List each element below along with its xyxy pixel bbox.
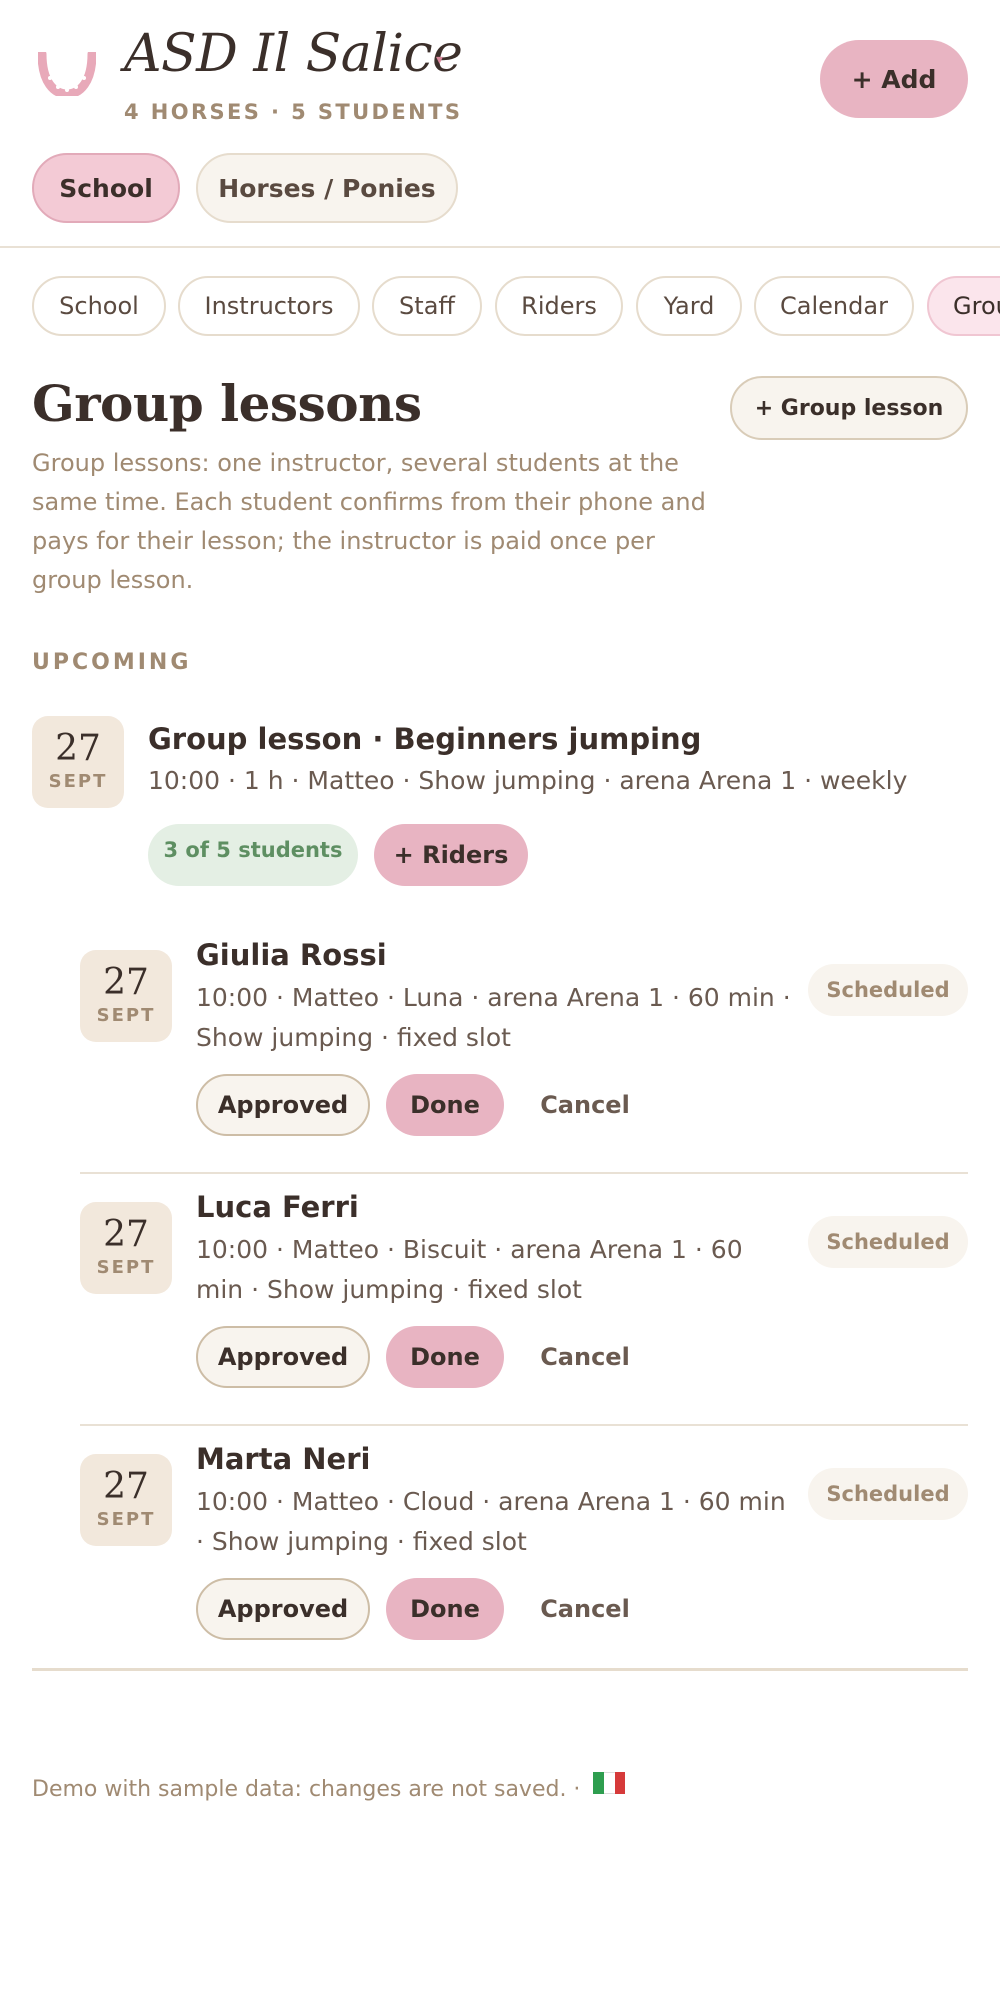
status-badge: Scheduled — [808, 964, 968, 1016]
date-day: 27 — [55, 728, 101, 769]
nav-chip-school[interactable]: School — [32, 276, 166, 336]
student-row: 27 SEPT Luca Ferri 10:00 · Matteo · Bisc… — [80, 1174, 968, 1426]
cancel-button[interactable]: Cancel — [520, 1326, 650, 1388]
done-button[interactable]: Done — [386, 1326, 504, 1388]
footer-note: Demo with sample data: changes are not s… — [32, 1772, 626, 1802]
student-row: 27 SEPT Giulia Rossi 10:00 · Matteo · Lu… — [80, 922, 968, 1174]
student-date-badge: 27 SEPT — [80, 950, 172, 1042]
nav-chip-calendar[interactable]: Calendar — [754, 276, 914, 336]
student-lesson-meta: 10:00 · Matteo · Biscuit · arena Arena 1… — [196, 1235, 743, 1304]
nav-chip-staff[interactable]: Staff — [372, 276, 482, 336]
date-month: SEPT — [48, 771, 108, 792]
section-bottom-divider — [32, 1668, 968, 1671]
done-button[interactable]: Done — [386, 1074, 504, 1136]
cancel-button[interactable]: Cancel — [520, 1074, 650, 1136]
horseshoe-icon — [38, 52, 96, 96]
nav-chip-riders[interactable]: Riders — [495, 276, 623, 336]
header-divider — [0, 246, 1000, 248]
upcoming-heading: UPCOMING — [32, 650, 192, 675]
add-riders-button[interactable]: + Riders — [374, 824, 528, 886]
date-day: 27 — [103, 962, 149, 1003]
status-badge: Scheduled — [808, 1216, 968, 1268]
date-month: SEPT — [96, 1509, 156, 1530]
student-lesson-meta: 10:00 · Matteo · Luna · arena Arena 1 · … — [196, 983, 791, 1052]
approved-button[interactable]: Approved — [196, 1578, 370, 1640]
done-button[interactable]: Done — [386, 1578, 504, 1640]
student-row: 27 SEPT Marta Neri 10:00 · Matteo · Clou… — [80, 1426, 968, 1678]
add-group-lesson-button[interactable]: + Group lesson — [730, 376, 968, 440]
footer-text: Demo with sample data: changes are not s… — [32, 1777, 581, 1802]
student-name[interactable]: Giulia Rossi — [196, 938, 387, 972]
student-name[interactable]: Marta Neri — [196, 1442, 370, 1476]
approved-button[interactable]: Approved — [196, 1074, 370, 1136]
page-description: Group lessons: one instructor, several s… — [32, 449, 706, 594]
app-header: ASD Il Salice ▾ 4 HORSES · 5 STUDENTS + … — [0, 0, 1000, 248]
group-lesson-title[interactable]: Group lesson · Beginners jumping — [148, 722, 701, 756]
club-summary: 4 HORSES · 5 STUDENTS — [124, 100, 463, 124]
segment-school[interactable]: School — [32, 153, 180, 223]
students-count-badge: 3 of 5 students — [148, 824, 358, 886]
student-name[interactable]: Luca Ferri — [196, 1190, 359, 1224]
club-name[interactable]: ASD Il Salice — [124, 24, 463, 84]
club-switcher-chevron-down-icon[interactable]: ▾ — [436, 52, 443, 68]
student-date-badge: 27 SEPT — [80, 1454, 172, 1546]
nav-chip-instructors[interactable]: Instructors — [178, 276, 360, 336]
approved-button[interactable]: Approved — [196, 1326, 370, 1388]
group-lesson-date-badge: 27 SEPT — [32, 716, 124, 808]
student-lesson-meta: 10:00 · Matteo · Cloud · arena Arena 1 ·… — [196, 1487, 786, 1556]
date-day: 27 — [103, 1466, 149, 1507]
cancel-button[interactable]: Cancel — [520, 1578, 650, 1640]
student-date-badge: 27 SEPT — [80, 1202, 172, 1294]
nav-chip-group-lessons[interactable]: Group lessons — [927, 276, 1000, 336]
section-nav: School Instructors Staff Riders Yard Cal… — [0, 276, 1000, 338]
add-button[interactable]: + Add — [820, 40, 968, 118]
date-day: 27 — [103, 1214, 149, 1255]
date-month: SEPT — [96, 1005, 156, 1026]
segment-horses-ponies[interactable]: Horses / Ponies — [196, 153, 458, 223]
italian-flag-icon[interactable] — [593, 1772, 626, 1794]
nav-chip-yard[interactable]: Yard — [636, 276, 742, 336]
group-lesson-meta: 10:00 · 1 h · Matteo · Show jumping · ar… — [148, 766, 908, 795]
date-month: SEPT — [96, 1257, 156, 1278]
page-title: Group lessons — [32, 374, 422, 433]
status-badge: Scheduled — [808, 1468, 968, 1520]
